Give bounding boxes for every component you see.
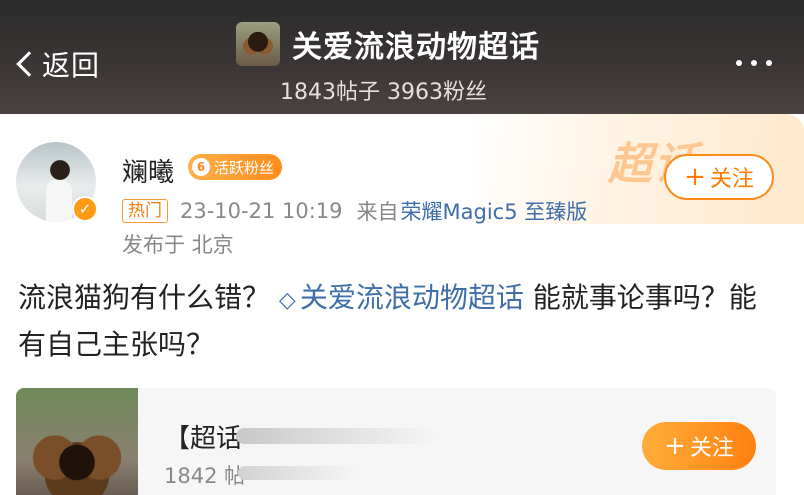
follow-button[interactable]: + 关注 [664,154,774,200]
post-meta: 热门 23-10-21 10:19 来自 荣耀Magic5 至臻版 [122,196,587,226]
source-device-link[interactable]: 荣耀Magic5 至臻版 [401,196,588,226]
topic-link[interactable]: ◇ 关爱流浪动物超话 [279,281,524,314]
embed-title: 【超话 [164,424,243,454]
topic-header: 返回 关爱流浪动物超话 1843帖子 3963粉丝 [0,0,804,114]
more-dot [751,60,757,66]
topic-embed-image [16,388,138,495]
hot-tag: 热门 [122,199,168,223]
embed-follow-label: 关注 [689,436,734,461]
back-label: 返回 [42,49,101,82]
post-timestamp: 23-10-21 10:19 [180,199,343,223]
more-dot [736,60,742,66]
topic-stats: 1843帖子 3963粉丝 [280,80,487,105]
topic-embed-card[interactable]: 【超话 1842 帖 + 关注 [16,388,776,495]
blurred-text [238,466,358,480]
chevron-left-icon [16,51,42,77]
plus-icon: + [684,162,706,192]
post-text: 流浪猫狗有什么错？ ◇ 关爱流浪动物超话 能就事论事吗？能有自己主张吗？ [18,276,778,367]
fan-level-icon: 6 [192,158,210,176]
topic-title-group[interactable]: 关爱流浪动物超话 [236,22,540,66]
post-card: 超话 ✓ 斓曦 6 活跃粉丝 + 关注 热门 23-10-21 10:19 来自… [0,114,804,495]
page-title: 关爱流浪动物超话 [292,30,540,65]
verified-icon: ✓ [72,196,98,222]
username[interactable]: 斓曦 [122,152,174,189]
fan-badge[interactable]: 6 活跃粉丝 [188,154,283,180]
avatar-figure [46,180,72,222]
blurred-text [236,428,436,444]
post-text-before: 流浪猫狗有什么错？ [18,281,271,314]
follow-label: 关注 [709,167,754,192]
source-prefix: 来自 [356,200,399,224]
embed-post-count: 1842 帖 [164,464,246,488]
post-location: 发布于 北京 [122,233,234,257]
embed-follow-button[interactable]: + 关注 [642,422,756,470]
back-button[interactable]: 返回 [12,44,100,84]
topic-link-label: 关爱流浪动物超话 [299,281,524,314]
plus-icon: + [664,431,686,461]
diamond-icon: ◇ [278,288,296,313]
fan-badge-label: 活跃粉丝 [214,158,275,177]
topic-thumbnail [236,22,280,66]
more-dot [766,60,772,66]
more-icon[interactable] [736,60,772,66]
